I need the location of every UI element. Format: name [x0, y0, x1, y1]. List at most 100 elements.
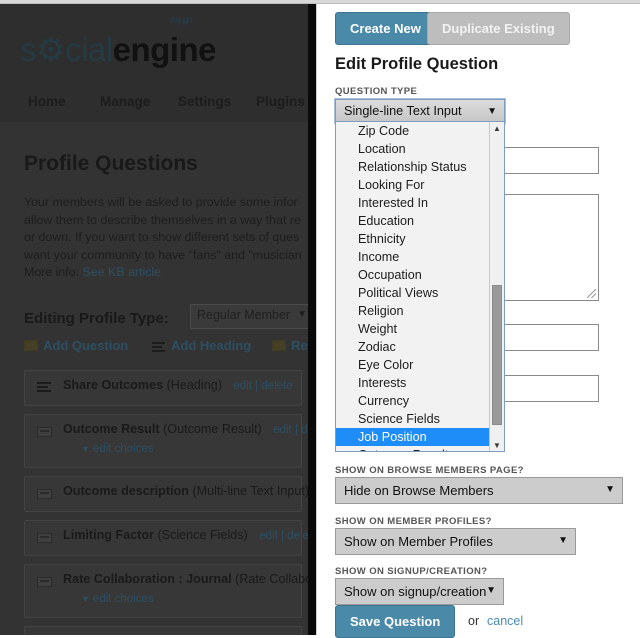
dropdown-option[interactable]: Eye Color	[336, 356, 490, 374]
add-heading-icon	[152, 340, 166, 352]
profile-type-select[interactable]: Regular Member ▼	[190, 304, 315, 329]
add-question-icon	[24, 340, 38, 351]
signup-creation-select[interactable]: Show on signup/creation ▼	[335, 578, 504, 605]
create-new-button[interactable]: Create New	[335, 12, 436, 45]
dropdown-option[interactable]: Looking For	[336, 176, 490, 194]
nav-item-home[interactable]: Home	[28, 94, 66, 109]
dropdown-options: Zip Code Location Relationship Status Looki…	[336, 122, 490, 451]
edit-choices-label: edit choices	[92, 443, 154, 455]
question-type-value: Single-line Text Input	[344, 104, 462, 118]
question-label: Rate Collaboration : Journal (Rate Colla…	[63, 572, 312, 586]
edit-choices-link[interactable]: ▼ edit choices	[81, 443, 154, 455]
dropdown-option[interactable]: Interested In	[336, 194, 490, 212]
intro-line-4: want your community to have "fans" and "…	[24, 247, 302, 262]
cancel-link[interactable]: cancel	[487, 614, 523, 628]
admin-header: s⚙cialengine PHP Home Manage Settings Pl…	[0, 4, 316, 122]
table-row[interactable]: Job Position (Job Position) edit | delet…	[24, 626, 302, 635]
nav-item-plugins[interactable]: Plugins	[256, 94, 305, 109]
modal-title: Edit Profile Question	[335, 55, 499, 73]
chevron-down-icon: ▼	[558, 535, 568, 546]
intro-line-3: or down. If you want to show different s…	[24, 230, 300, 244]
logo-cial: cial	[65, 31, 113, 68]
edit-profile-question-panel: Create New Duplicate Existing Edit Profi…	[316, 4, 640, 638]
reorder-icon	[272, 340, 286, 351]
dropdown-option[interactable]: Occupation	[336, 266, 490, 284]
nav-item-manage[interactable]: Manage	[100, 94, 150, 109]
dropdown-option[interactable]: Weight	[336, 320, 490, 338]
add-heading-action[interactable]: Add Heading	[152, 338, 251, 353]
table-row[interactable]: Share Outcomes (Heading) edit | delete	[24, 370, 302, 406]
table-row[interactable]: Outcome Result (Outcome Result) edit | d…	[24, 414, 314, 468]
question-label: Outcome Result (Outcome Result) edit | d…	[63, 422, 314, 436]
browse-members-label: SHOW ON BROWSE MEMBERS PAGE?	[335, 465, 524, 476]
gear-icon: ⚙	[36, 31, 66, 68]
question-type-select[interactable]: Single-line Text Input ▼	[334, 98, 506, 124]
chevron-down-icon: ▼	[605, 484, 615, 495]
question-label: Share Outcomes (Heading) edit | delete	[63, 378, 293, 392]
dropdown-option[interactable]: Education	[336, 212, 490, 230]
dropdown-option[interactable]: Outcome Result	[336, 446, 490, 451]
chevron-down-icon: ▼	[81, 444, 90, 454]
panel-shadow-gutter	[308, 4, 316, 635]
question-label: Limiting Factor (Science Fields) edit | …	[63, 528, 316, 542]
edit-choices-link[interactable]: ▼ edit choices	[81, 593, 154, 605]
field-icon	[37, 577, 52, 587]
duplicate-existing-button[interactable]: Duplicate Existing	[427, 12, 570, 45]
scroll-down-arrow-icon[interactable]: ▼	[490, 439, 504, 451]
socialengine-logo: s⚙cialengine PHP	[20, 16, 217, 69]
member-profiles-label: SHOW ON MEMBER PROFILES?	[335, 516, 492, 527]
dropdown-option[interactable]: Job Position	[336, 428, 490, 446]
dropdown-option[interactable]: Zodiac	[336, 338, 490, 356]
table-row[interactable]: Limiting Factor (Science Fields) edit | …	[24, 520, 316, 556]
chevron-down-icon: ▼	[81, 594, 90, 604]
dropdown-scrollbar[interactable]: ▲ ▼	[489, 122, 504, 451]
dropdown-option[interactable]: Ethnicity	[336, 230, 490, 248]
dropdown-option[interactable]: Currency	[336, 392, 490, 410]
scrollbar-thumb[interactable]	[492, 285, 502, 425]
dropdown-option[interactable]: Religion	[336, 302, 490, 320]
editing-profile-type-label: Editing Profile Type:	[24, 310, 169, 327]
chevron-down-icon: ▼	[487, 106, 497, 117]
admin-nav: Home Manage Settings Plugins	[0, 94, 316, 122]
logo-engine: engine	[112, 31, 217, 68]
table-row[interactable]: Outcome description (Multi-line Text Inp…	[24, 476, 309, 512]
add-question-label: Add Question	[43, 338, 129, 353]
signup-creation-label: SHOW ON SIGNUP/CREATION?	[335, 566, 488, 577]
question-name: Outcome Result	[63, 422, 160, 436]
question-option-input-1[interactable]	[493, 324, 599, 351]
row-links[interactable]: edit | delete	[233, 380, 292, 392]
question-type: (Heading)	[166, 378, 222, 392]
dropdown-option[interactable]: Relationship Status	[336, 158, 490, 176]
browse-members-select[interactable]: Hide on Browse Members ▼	[335, 477, 623, 504]
reorder-action[interactable]: Re	[272, 338, 308, 353]
heading-icon	[37, 382, 52, 392]
dropdown-option[interactable]: Interests	[336, 374, 490, 392]
question-label-input[interactable]	[493, 147, 599, 174]
logo-s: s	[20, 31, 37, 68]
question-option-input-2[interactable]	[493, 375, 599, 402]
dropdown-option[interactable]: Income	[336, 248, 490, 266]
profile-type-value: Regular Member	[197, 308, 291, 322]
edit-choices-label: edit choices	[92, 593, 154, 605]
intro-line-2: allow them to describe themselves in a w…	[24, 212, 301, 227]
question-type-dropdown-list[interactable]: Zip Code Location Relationship Status Looki…	[335, 121, 505, 452]
dropdown-option[interactable]: Zip Code	[336, 122, 490, 140]
table-row[interactable]: Rate Collaboration : Journal (Rate Colla…	[24, 564, 312, 618]
dropdown-option[interactable]: Science Fields	[336, 410, 490, 428]
save-question-button[interactable]: Save Question	[335, 605, 456, 638]
question-label: Outcome description (Multi-line Text Inp…	[63, 484, 309, 498]
scroll-up-arrow-icon[interactable]: ▲	[490, 122, 504, 136]
dropdown-option[interactable]: Political Views	[336, 284, 490, 302]
question-description-textarea[interactable]	[493, 194, 599, 301]
resize-handle[interactable]	[587, 289, 596, 298]
field-icon	[37, 533, 52, 543]
add-question-action[interactable]: Add Question	[24, 338, 128, 353]
nav-item-settings[interactable]: Settings	[178, 94, 231, 109]
add-heading-label: Add Heading	[171, 338, 252, 353]
member-profiles-select[interactable]: Show on Member Profiles ▼	[335, 528, 576, 555]
kb-article-link[interactable]: See KB article	[83, 265, 162, 279]
question-type: (Science Fields)	[157, 528, 248, 542]
member-profiles-value: Show on Member Profiles	[344, 534, 493, 549]
question-name: Share Outcomes	[63, 378, 164, 392]
dropdown-option[interactable]: Location	[336, 140, 490, 158]
